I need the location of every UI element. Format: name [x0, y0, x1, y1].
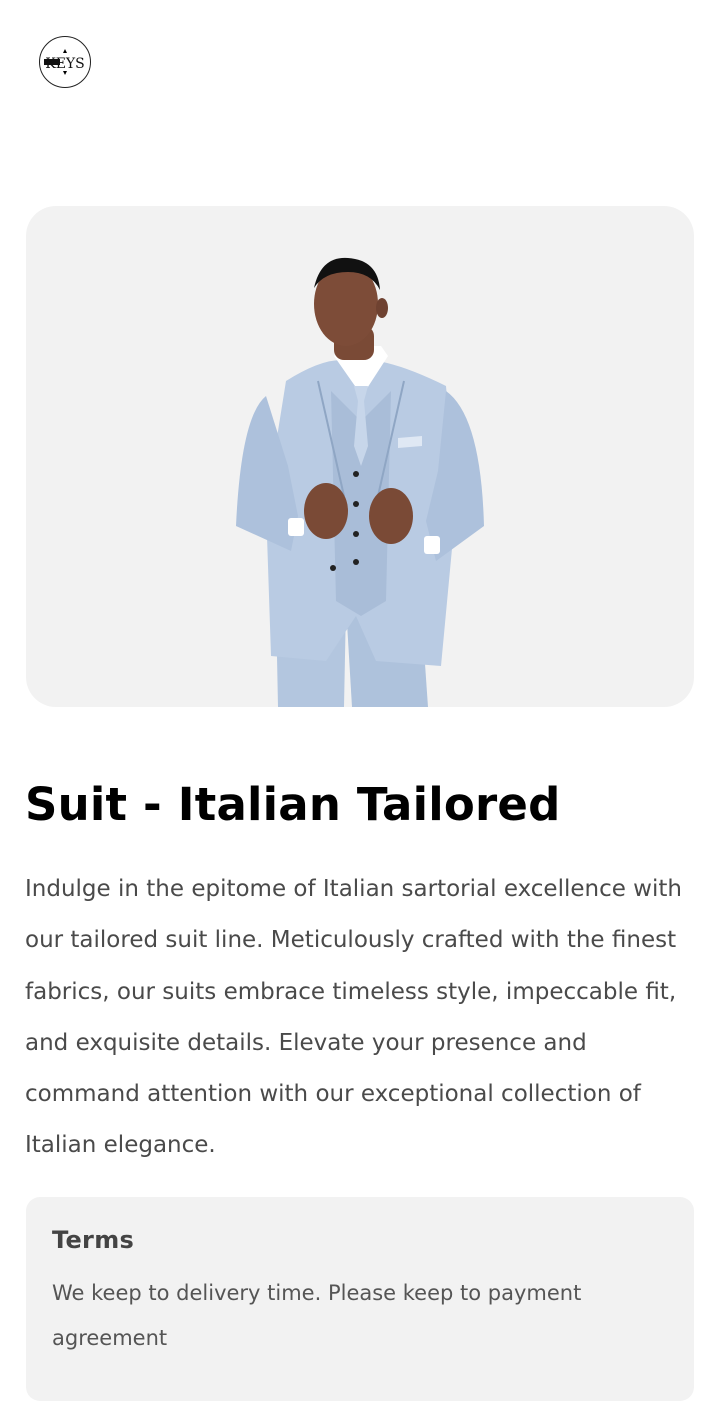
- product-photo: [236, 257, 484, 707]
- logo-text: KEYS: [45, 56, 85, 72]
- terms-heading: Terms: [52, 1226, 135, 1254]
- product-title: Suit - Italian Tailored: [25, 778, 561, 831]
- terms-text: We keep to delivery time. Please keep to…: [52, 1281, 582, 1350]
- product-image-card: [26, 206, 694, 707]
- terms-card: Terms We keep to delivery time. Please k…: [26, 1197, 694, 1401]
- brand-logo[interactable]: KEYS: [39, 36, 91, 88]
- brand-logo-icon: KEYS: [44, 49, 85, 75]
- product-description: Indulge in the epitome of Italian sartor…: [25, 876, 682, 1159]
